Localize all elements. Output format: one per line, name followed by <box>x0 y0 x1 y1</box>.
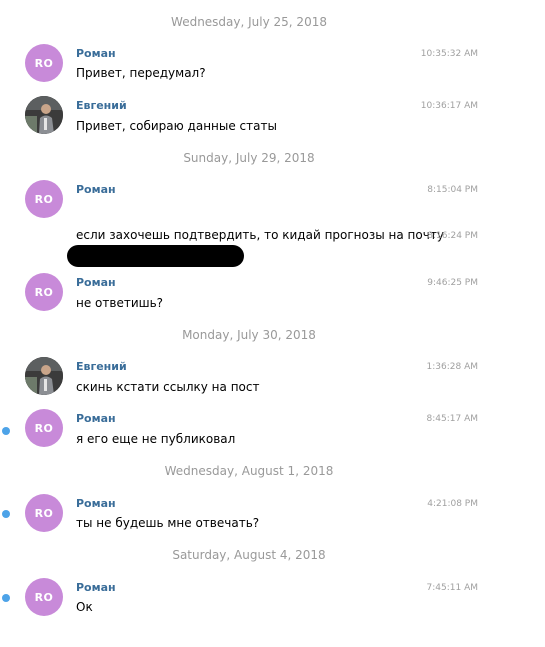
avatar[interactable]: RO <box>25 409 63 447</box>
message-sender[interactable]: Роман <box>76 183 116 196</box>
avatar[interactable]: RO <box>25 494 63 532</box>
message-time: 8:16:24 PM <box>427 231 478 241</box>
avatar[interactable]: RO <box>25 273 63 311</box>
message-text: Привет, собираю данные статы <box>76 119 277 133</box>
message-time: 8:45:17 AM <box>426 414 478 424</box>
message-sender[interactable]: Евгений <box>76 99 127 112</box>
message-time: 9:46:25 PM <box>427 278 478 288</box>
message-text: если захочешь подтвердить, то кидай прог… <box>76 228 444 242</box>
message-sender[interactable]: Роман <box>76 276 116 289</box>
message-text: Ок <box>76 600 93 614</box>
user-photo-icon <box>25 96 63 134</box>
message-time: 10:36:17 AM <box>420 101 478 111</box>
unread-indicator-icon <box>2 594 10 602</box>
date-separator: Wednesday, August 1, 2018 <box>164 464 334 478</box>
unread-indicator-icon <box>2 427 10 435</box>
date-separator: Wednesday, July 25, 2018 <box>171 15 327 29</box>
redaction-bar <box>67 245 244 267</box>
message-text: не ответишь? <box>76 296 164 310</box>
avatar[interactable]: RO <box>25 180 63 218</box>
message-sender[interactable]: Роман <box>76 412 116 425</box>
message-sender[interactable]: Роман <box>76 497 116 510</box>
message-text: я его еще не публиковал <box>76 432 236 446</box>
message-sender[interactable]: Евгений <box>76 360 127 373</box>
avatar[interactable]: RO <box>25 578 63 616</box>
user-photo-icon <box>25 357 63 395</box>
message-time: 8:15:04 PM <box>427 185 478 195</box>
date-separator: Saturday, August 4, 2018 <box>172 548 326 562</box>
message-time: 7:45:11 AM <box>426 583 478 593</box>
user-photo-icon[interactable] <box>25 357 63 395</box>
message-text: скинь кстати ссылку на пост <box>76 380 260 394</box>
message-time: 10:35:32 AM <box>420 49 478 59</box>
message-sender[interactable]: Роман <box>76 47 116 60</box>
unread-indicator-icon <box>2 510 10 518</box>
user-photo-icon[interactable] <box>25 96 63 134</box>
avatar[interactable]: RO <box>25 44 63 82</box>
message-time: 1:36:28 AM <box>426 362 478 372</box>
date-separator: Monday, July 30, 2018 <box>182 328 316 342</box>
message-text: ты не будешь мне отвечать? <box>76 516 260 530</box>
message-text: Привет, передумал? <box>76 66 206 80</box>
message-sender[interactable]: Роман <box>76 581 116 594</box>
message-time: 4:21:08 PM <box>427 499 478 509</box>
date-separator: Sunday, July 29, 2018 <box>183 151 315 165</box>
